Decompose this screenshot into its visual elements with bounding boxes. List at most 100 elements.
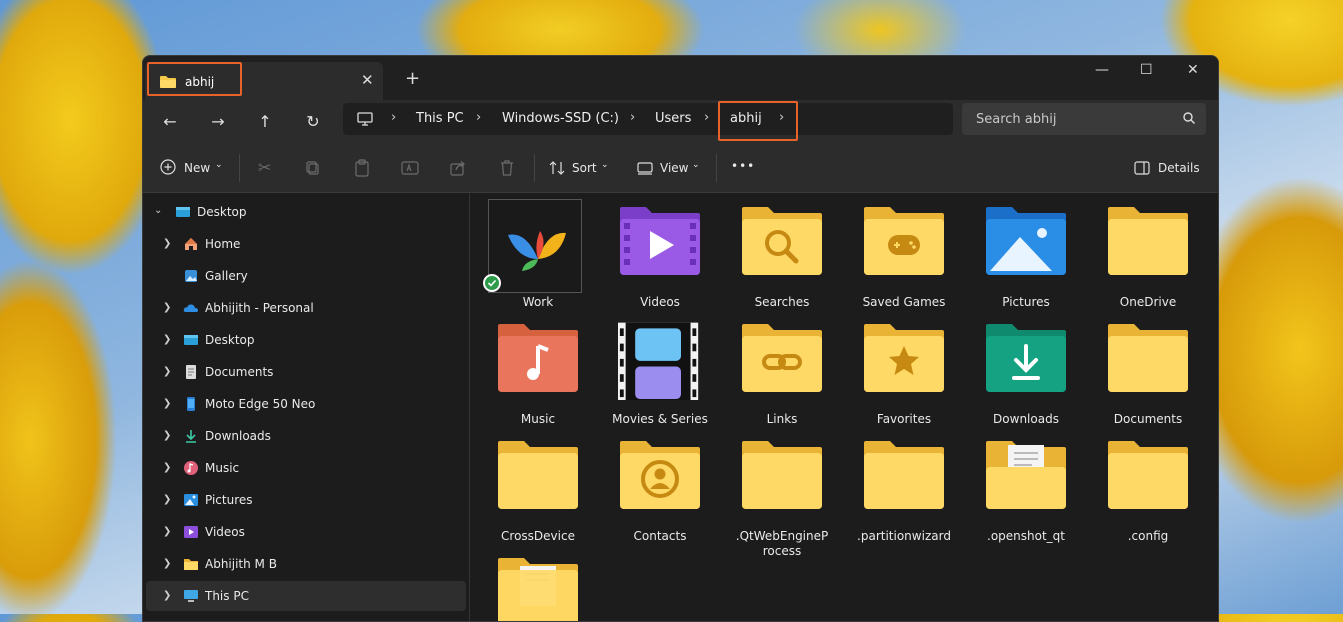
sort-button[interactable]: Sort [572,161,597,175]
folder-openshot-qt[interactable]: .openshot_qt [970,431,1082,543]
forward-button[interactable]: → [205,110,231,134]
movies-folder-icon [618,322,699,400]
cut-icon[interactable]: ✂ [258,158,271,177]
more-options-button[interactable]: ••• [731,159,755,173]
chevron-right-icon[interactable]: ❯ [163,558,171,569]
sidebar-item-music[interactable]: ❯ Music [143,453,467,483]
sidebar-item-videos[interactable]: ❯ Videos [143,517,467,547]
videos-folder-icon [620,207,700,275]
view-button[interactable]: View [660,161,688,175]
sidebar-item-label: Music [205,461,240,475]
maximize-button[interactable]: ☐ [1140,62,1153,78]
folder-with-files-icon [498,558,578,621]
chevron-right-icon[interactable]: ❯ [163,334,171,345]
folder-crossdevice[interactable]: CrossDevice [482,431,594,543]
sidebar-item-abhijith-m-b[interactable]: ❯ Abhijith M B [143,549,467,579]
breadcrumb-separator[interactable]: › [704,110,709,125]
search-input[interactable]: Search abhij [976,112,1056,127]
folder-name: Pictures [1002,295,1050,309]
sidebar-item-documents[interactable]: ❯ Documents [143,357,467,387]
folder-name: .config [1127,529,1169,543]
sidebar-item-desktop-root[interactable]: ⌄ Desktop [143,197,467,227]
tab-close-icon[interactable]: ✕ [361,71,374,89]
refresh-button[interactable]: ↻ [300,110,326,134]
breadcrumb-separator[interactable]: › [391,110,396,125]
paste-icon[interactable] [354,159,370,177]
sidebar-item-label: Desktop [205,333,255,347]
folder-favorites[interactable]: Favorites [848,314,960,426]
folder-name: Work [522,295,554,309]
sidebar-item-desktop[interactable]: ❯ Desktop [143,325,467,355]
new-button[interactable]: New [184,161,210,175]
chevron-right-icon[interactable]: ❯ [163,590,171,601]
folder-contacts[interactable]: Contacts [604,431,716,543]
sidebar-item-this-pc[interactable]: ❯ This PC [146,581,466,611]
chevron-right-icon[interactable]: ❯ [163,302,171,313]
folder-partial[interactable] [482,548,594,621]
sidebar-item-pictures[interactable]: ❯ Pictures [143,485,467,515]
saved-games-folder-icon [864,207,944,275]
folder-music[interactable]: Music [482,314,594,426]
sidebar-item-label: Abhijith M B [205,557,277,571]
music-icon [184,461,198,475]
onedrive-icon [183,304,198,312]
folder-pictures[interactable]: Pictures [970,197,1082,309]
folder-onedrive[interactable]: OneDrive [1092,197,1204,309]
sidebar-item-phone[interactable]: ❯ Moto Edge 50 Neo [143,389,467,419]
navigation-pane: ⌄ Desktop ❯ Home Gallery ❯ Abhijith - Pe… [143,193,470,621]
breadcrumb-separator[interactable]: › [630,110,635,125]
search-box[interactable]: Search abhij [962,103,1206,135]
breadcrumb-windows-ssd[interactable]: Windows-SSD (C:) [502,111,619,126]
copy-icon[interactable] [305,160,321,176]
chevron-right-icon[interactable]: ❯ [163,398,171,409]
sidebar-item-label: This PC [205,589,249,603]
details-button[interactable]: Details [1158,161,1200,175]
back-button[interactable]: ← [157,110,183,134]
search-icon [1183,112,1195,124]
breadcrumb-users[interactable]: Users [655,111,691,126]
folder-movies-series[interactable]: Movies & Series [604,314,716,426]
close-window-button[interactable]: ✕ [1187,62,1199,78]
folder-partitionwizard[interactable]: .partitionwizard [848,431,960,543]
folder-documents[interactable]: Documents [1092,314,1204,426]
chevron-down-icon[interactable]: ⌄ [154,205,162,216]
folder-searches[interactable]: Searches [726,197,838,309]
links-folder-icon [742,324,822,392]
chevron-right-icon[interactable]: ❯ [163,526,171,537]
minimize-button[interactable]: — [1095,62,1109,78]
chevron-right-icon[interactable]: ❯ [163,366,171,377]
sidebar-item-downloads[interactable]: ❯ Downloads [143,421,467,451]
chevron-right-icon[interactable]: ❯ [163,238,171,249]
sidebar-item-home[interactable]: ❯ Home [143,229,467,259]
sidebar-item-gallery[interactable]: Gallery [143,261,467,291]
folder-qtwebengineprocess[interactable]: .QtWebEngineProcess [726,431,838,558]
breadcrumb-separator[interactable]: › [476,110,481,125]
folder-saved-games[interactable]: Saved Games [848,197,960,309]
documents-icon [186,365,196,379]
folder-videos[interactable]: Videos [604,197,716,309]
folder-work[interactable]: Work [482,197,594,309]
address-bar[interactable]: › This PC › Windows-SSD (C:) › Users › a… [343,101,953,141]
folder-icon [498,441,578,509]
chevron-right-icon[interactable]: ❯ [163,494,171,505]
rename-icon[interactable] [401,160,419,176]
folder-name: Saved Games [862,295,946,309]
chevron-right-icon[interactable]: ❯ [163,462,171,473]
folder-name: .partitionwizard [857,529,951,543]
sidebar-item-label: Desktop [197,205,247,219]
folder-name: Contacts [633,529,687,543]
breadcrumb-this-pc[interactable]: This PC [416,111,464,126]
pictures-folder-icon [986,207,1066,275]
share-icon[interactable] [450,160,466,176]
chevron-down-icon: ⌄ [692,160,700,170]
folder-config[interactable]: .config [1092,431,1204,543]
sidebar-item-onedrive[interactable]: ❯ Abhijith - Personal [143,293,467,323]
music-folder-icon [498,324,578,392]
up-button[interactable]: ↑ [252,110,278,134]
new-tab-button[interactable]: + [405,68,420,89]
folder-downloads[interactable]: Downloads [970,314,1082,426]
chevron-right-icon[interactable]: ❯ [163,430,171,441]
folder-name: Documents [1113,412,1183,426]
delete-icon[interactable] [499,159,515,176]
folder-links[interactable]: Links [726,314,838,426]
